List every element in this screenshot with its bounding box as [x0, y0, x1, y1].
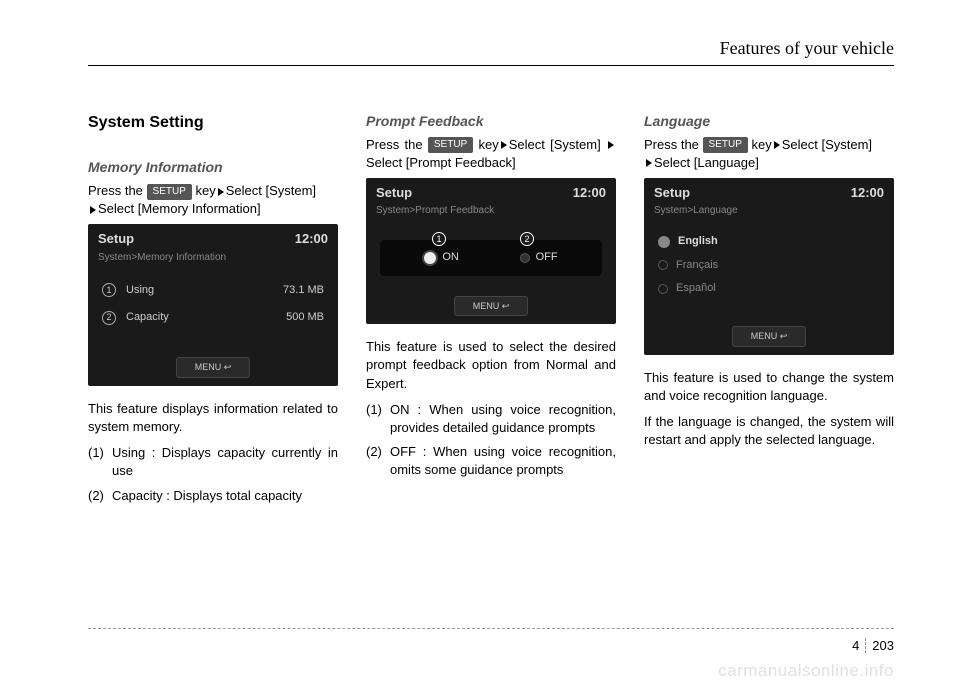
columns: System Setting Memory Information Press … [88, 112, 894, 511]
paragraph: If the language is changed, the system w… [644, 413, 894, 449]
list-text: ON : When using voice recognition, provi… [390, 401, 616, 437]
number-circle-icon: 2 [520, 232, 534, 246]
breadcrumb: System>Memory Information [88, 251, 338, 273]
section-heading: System Setting [88, 112, 338, 134]
col-3: Language Press the SETUP key Select [Syst… [644, 112, 894, 511]
number-circle-icon: 1 [102, 283, 116, 297]
subsection-heading: Language [644, 112, 894, 132]
text: Press the [88, 183, 147, 198]
list-number: (1) [88, 444, 112, 480]
text: key [748, 137, 772, 152]
toggle-label: OFF [536, 250, 558, 265]
list-text: Capacity : Displays total capacity [112, 487, 338, 505]
screen-title: Setup [98, 230, 134, 248]
page-number: 4 203 [852, 638, 894, 653]
radio-unselected-icon [658, 284, 668, 294]
list-number: (2) [366, 443, 390, 479]
language-label: Español [676, 281, 716, 296]
header-title: Features of your vehicle [720, 38, 894, 59]
paragraph: This feature is used to change the syste… [644, 369, 894, 405]
instruction: Press the SETUP key Select [System] Selec… [88, 182, 338, 218]
toggle-group: 1 2 ON OFF [380, 240, 602, 275]
subsection-heading: Memory Information [88, 158, 338, 178]
screen-title: Setup [654, 184, 690, 202]
arrow-icon [90, 206, 96, 214]
arrow-icon [646, 159, 652, 167]
language-label: English [678, 234, 718, 249]
list-item: (2) OFF : When using voice recognition, … [366, 443, 616, 479]
screen-time: 12:00 [851, 184, 884, 202]
text: Select [Memory Information] [98, 201, 261, 216]
list-text: Using : Displays capacity currently in u… [112, 444, 338, 480]
language-option: Español [658, 277, 880, 300]
radio-unselected-icon [520, 253, 530, 263]
memory-label: Capacity [126, 310, 286, 325]
section-number: 4 [852, 638, 866, 653]
menu-button: MENU ↩ [176, 357, 251, 378]
footer-rule [88, 628, 894, 629]
col-2: Prompt Feedback Press the SETUP key Selec… [366, 112, 616, 511]
paragraph: This feature is used to select the desir… [366, 338, 616, 393]
memory-label: Using [126, 283, 283, 298]
screen-language: Setup 12:00 System>Language English Fran… [644, 178, 894, 355]
list-number: (2) [88, 487, 112, 505]
list-item: (1) ON : When using voice recognition, p… [366, 401, 616, 437]
number-circle-icon: 2 [102, 311, 116, 325]
breadcrumb: System>Language [644, 204, 894, 226]
screen-time: 12:00 [295, 230, 328, 248]
text: key [473, 137, 499, 152]
menu-button: MENU ↩ [732, 326, 807, 347]
header-rule [88, 65, 894, 66]
radio-unselected-icon [658, 260, 668, 270]
memory-value: 500 MB [286, 310, 324, 325]
language-label: Français [676, 258, 718, 273]
setup-key-label: SETUP [428, 137, 473, 153]
text: Select [Prompt Feedback] [366, 155, 516, 170]
list-item: (1) Using : Displays capacity currently … [88, 444, 338, 480]
col-1: System Setting Memory Information Press … [88, 112, 338, 511]
text: Press the [366, 137, 428, 152]
memory-row: 2 Capacity 500 MB [102, 304, 324, 331]
paragraph: This feature displays information relate… [88, 400, 338, 436]
text: Press the [644, 137, 703, 152]
setup-key-label: SETUP [703, 137, 748, 153]
toggle-label: ON [442, 250, 459, 265]
arrow-icon [774, 141, 780, 149]
radio-selected-icon [424, 252, 436, 264]
memory-row: 1 Using 73.1 MB [102, 277, 324, 304]
radio-selected-icon [658, 236, 670, 248]
text: Select [System] [226, 183, 316, 198]
language-option: Français [658, 254, 880, 277]
instruction: Press the SETUP key Select [System] Selec… [644, 136, 894, 172]
arrow-icon [501, 141, 507, 149]
list-text: OFF : When using voice recognition, omit… [390, 443, 616, 479]
setup-key-label: SETUP [147, 184, 192, 200]
list-number: (1) [366, 401, 390, 437]
watermark: carmanualsonline.info [718, 661, 894, 681]
screen-memory: Setup 12:00 System>Memory Information 1 … [88, 224, 338, 386]
toggle-off: OFF [520, 250, 558, 265]
subsection-heading: Prompt Feedback [366, 112, 616, 132]
screen-time: 12:00 [573, 184, 606, 202]
menu-button: MENU ↩ [454, 296, 529, 317]
list-item: (2) Capacity : Displays total capacity [88, 487, 338, 505]
text: Select [System] [782, 137, 872, 152]
arrow-icon [608, 141, 614, 149]
arrow-icon [218, 188, 224, 196]
memory-value: 73.1 MB [283, 283, 324, 298]
text: key [192, 183, 216, 198]
text: Select [Language] [654, 155, 759, 170]
instruction: Press the SETUP key Select [System] Selec… [366, 136, 616, 172]
text: Select [System] [509, 137, 606, 152]
page-num: 203 [872, 638, 894, 653]
screen-title: Setup [376, 184, 412, 202]
number-circle-icon: 1 [432, 232, 446, 246]
breadcrumb: System>Prompt Feedback [366, 204, 616, 226]
language-option: English [658, 230, 880, 253]
screen-prompt: Setup 12:00 System>Prompt Feedback 1 2 O… [366, 178, 616, 324]
toggle-on: ON [424, 250, 459, 265]
